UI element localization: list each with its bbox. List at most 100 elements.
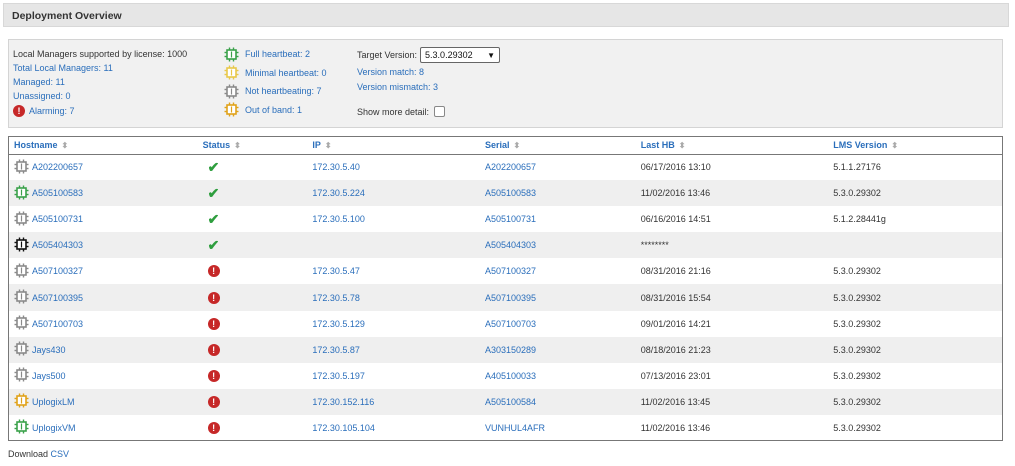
ip-link[interactable]: 172.30.5.47 [312,266,360,276]
table-body: A202200657 ✔ 172.30.5.40 A202200657 06/17/20… [9,154,1002,441]
minimal-heartbeat-icon [224,65,242,80]
page-title: Deployment Overview [12,10,122,22]
hostname-link[interactable]: A505100731 [32,214,83,224]
device-icon [14,393,32,410]
minimal-heartbeat-row[interactable]: Minimal heartbeat: 0 [224,64,327,83]
table-row: A507100703! 172.30.5.129 A507100703 09/01/2… [9,311,1002,337]
total-link[interactable]: Total Local Managers: 11 [13,61,187,75]
col-ip[interactable]: IP ⬍ [307,137,481,155]
not-heartbeating-link[interactable]: Not heartbeating: 7 [245,86,322,96]
table-row: A507100327! 172.30.5.47 A507100327 08/31/20… [9,258,1002,284]
alarm-icon: ! [207,291,220,304]
target-version-select[interactable]: 5.3.0.29302 ▼ [420,47,501,63]
ip-link[interactable]: 172.30.5.224 [312,188,365,198]
managed-link[interactable]: Managed: 11 [13,75,187,89]
alarm-icon: ! [13,105,25,117]
show-detail-label: Show more detail: [357,106,430,117]
unassigned-link[interactable]: Unassigned: 0 [13,89,187,103]
not-heartbeating-row[interactable]: Not heartbeating: 7 [224,82,327,101]
hostname-link[interactable]: A507100703 [32,319,83,329]
alarming-row[interactable]: ! Alarming: 7 [13,104,187,118]
hostname-link[interactable]: A507100327 [32,266,83,276]
license-summary: Local Managers supported by license: 100… [13,47,187,118]
device-icon [14,419,32,436]
ip-link[interactable]: 172.30.5.40 [312,162,360,172]
show-detail-checkbox[interactable] [434,106,446,117]
ip-link[interactable]: 172.30.5.78 [312,293,360,303]
target-version-label: Target Version: [357,50,418,60]
hostname-link[interactable]: A505404303 [32,240,83,250]
serial-link[interactable]: VUNHUL4AFR [485,423,545,433]
serial-link[interactable]: A202200657 [485,162,536,172]
table-header-row: Hostname ⬍ Status ⬍ IP ⬍ Serial ⬍ Last HB ⬍ L… [9,137,1002,155]
lms-version-cell: 5.3.0.29302 [833,370,881,381]
minimal-heartbeat-link[interactable]: Minimal heartbeat: 0 [245,68,327,78]
ip-link[interactable]: 172.30.105.104 [312,423,375,433]
ip-link[interactable]: 172.30.5.197 [312,371,365,381]
serial-link[interactable]: A303150289 [485,345,536,355]
alarm-icon: ! [207,265,220,278]
hostname-link[interactable]: UplogixVM [32,423,76,433]
serial-link[interactable]: A507100703 [485,319,536,329]
serial-link[interactable]: A507100395 [485,293,536,303]
ok-check-icon: ✔ [207,210,220,227]
device-icon [14,289,32,306]
lms-version-cell: 5.3.0.29302 [833,422,881,433]
device-icon [14,367,32,384]
status-cell: ✔ [198,154,308,180]
full-heartbeat-icon [224,47,242,62]
last-hb-cell: 11/02/2016 13:46 [635,180,829,207]
status-cell: ! [198,415,308,441]
ok-check-icon: ✔ [207,158,220,175]
title-bar: Deployment Overview [3,3,1009,27]
sort-icon: ⬍ [234,141,241,151]
full-heartbeat-row[interactable]: Full heartbeat: 2 [224,45,327,64]
device-icon [14,211,32,228]
hostname-link[interactable]: A507100395 [32,293,83,303]
csv-link[interactable]: CSV [51,449,70,459]
hostname-link[interactable]: UplogixLM [32,397,75,407]
col-lms-version[interactable]: LMS Version ⬍ [828,137,1002,155]
hostname-link[interactable]: A505100583 [32,188,83,198]
lms-version-cell: 5.3.0.29302 [833,266,881,277]
hostname-link[interactable]: Jays500 [32,371,66,381]
serial-link[interactable]: A505404303 [485,240,536,250]
ok-check-icon: ✔ [207,184,220,201]
hostname-link[interactable]: A202200657 [32,162,83,172]
deployment-table: Hostname ⬍ Status ⬍ IP ⬍ Serial ⬍ Last HB ⬍ L… [8,136,1003,441]
alarm-icon: ! [207,369,220,382]
ip-link[interactable]: 172.30.152.116 [312,397,374,407]
device-icon [14,315,32,332]
serial-link[interactable]: A505100731 [485,214,536,224]
table-row: UplogixVM! 172.30.105.104 VUNHUL4AFR 11/02/… [9,415,1002,441]
alarming-link[interactable]: Alarming: 7 [29,104,75,118]
out-of-band-row[interactable]: Out of band: 1 [224,101,327,120]
col-serial[interactable]: Serial ⬍ [480,137,636,155]
lms-version-cell [828,232,1002,259]
last-hb-cell: 11/02/2016 13:46 [640,422,711,433]
col-hostname[interactable]: Hostname ⬍ [9,137,198,155]
alarm-icon: ! [207,317,220,330]
version-match-link[interactable]: Version match: 8 [357,65,500,80]
table-row: UplogixLM! 172.30.152.116 A505100584 11/02/… [9,388,1002,415]
serial-link[interactable]: A507100327 [485,266,536,276]
col-status[interactable]: Status ⬍ [197,137,308,155]
download-label: Download [8,449,49,459]
serial-link[interactable]: A505100583 [485,188,536,198]
full-heartbeat-link[interactable]: Full heartbeat: 2 [245,49,310,59]
device-icon [14,159,32,176]
last-hb-cell: 08/18/2016 21:23 [635,336,829,363]
ip-link[interactable]: 172.30.5.100 [312,214,365,224]
serial-link[interactable]: A405100033 [485,371,536,381]
ip-link[interactable]: 172.30.5.129 [312,319,365,329]
lms-version-cell: 5.1.1.27176 [833,162,881,173]
ip-link[interactable]: 172.30.5.87 [312,345,360,355]
version-mismatch-link[interactable]: Version mismatch: 3 [357,80,500,95]
target-version-value: 5.3.0.29302 [425,50,473,60]
serial-link[interactable]: A505100584 [485,397,536,407]
col-last-hb[interactable]: Last HB ⬍ [635,137,829,155]
status-cell: ! [197,284,308,311]
out-of-band-link[interactable]: Out of band: 1 [245,105,302,115]
status-cell: ✔ [197,180,308,207]
hostname-link[interactable]: Jays430 [32,345,66,355]
